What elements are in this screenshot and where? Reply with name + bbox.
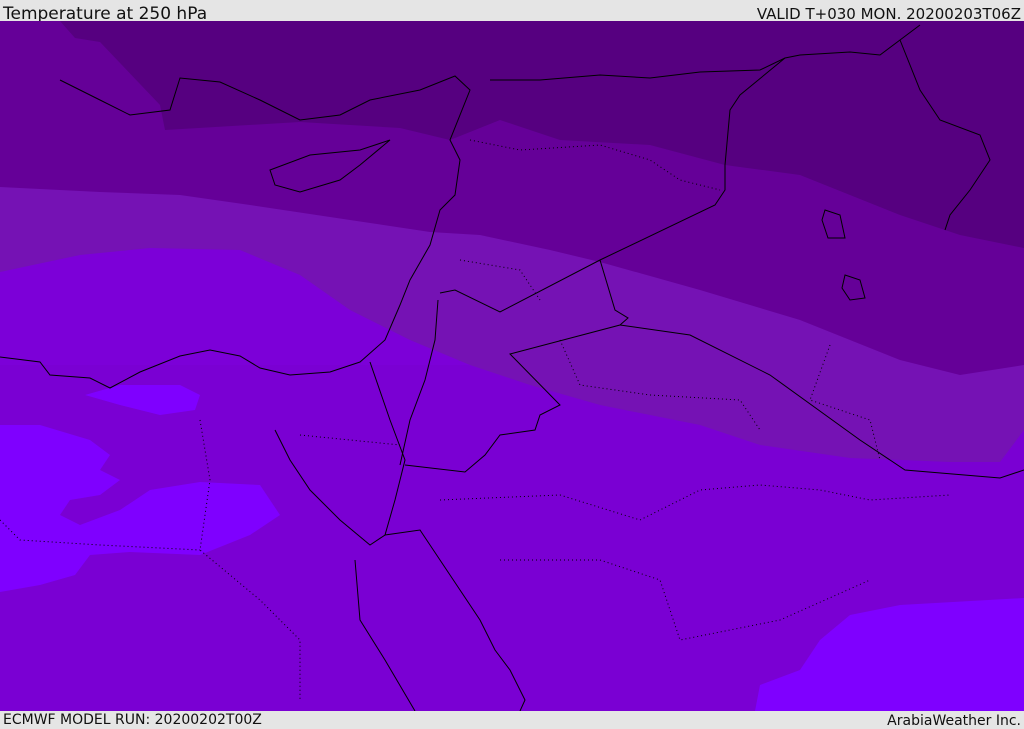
footer-bar: ECMWF MODEL RUN: 20200202T00Z ArabiaWeat…: [0, 711, 1024, 729]
temperature-map: [0, 21, 1024, 711]
header-bar: Temperature at 250 hPa VALID T+030 MON. …: [0, 0, 1024, 24]
model-run: ECMWF MODEL RUN: 20200202T00Z: [3, 712, 262, 728]
credit: ArabiaWeather Inc.: [887, 713, 1021, 729]
